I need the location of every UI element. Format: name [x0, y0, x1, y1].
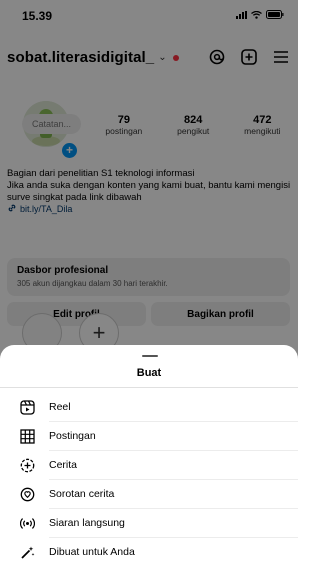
menu-item-highlight[interactable]: Sorotan cerita — [0, 480, 298, 509]
create-bottom-sheet: Buat Reel Postingan Cerita Sorotan cerit… — [0, 345, 298, 583]
story-plus-icon — [19, 457, 36, 474]
magic-wand-icon — [19, 544, 36, 561]
menu-item-made-for-you[interactable]: Dibuat untuk Anda — [0, 538, 298, 567]
menu-label: Siaran langsung — [49, 517, 125, 529]
menu-item-live[interactable]: Siaran langsung — [0, 509, 298, 538]
sheet-title: Buat — [136, 367, 162, 379]
menu-label: Postingan — [49, 430, 96, 442]
menu-item-reel[interactable]: Reel — [0, 393, 298, 422]
reel-icon — [19, 399, 36, 416]
menu-label: Cerita — [49, 459, 78, 471]
live-icon — [19, 515, 36, 532]
grid-icon — [19, 428, 36, 445]
highlight-icon — [19, 486, 36, 503]
menu-item-post[interactable]: Postingan — [0, 422, 298, 451]
menu-label: Reel — [49, 401, 71, 413]
menu-label: Sorotan cerita — [49, 488, 115, 500]
divider — [0, 387, 298, 388]
menu-item-story[interactable]: Cerita — [0, 451, 298, 480]
menu-label: Dibuat untuk Anda — [49, 546, 135, 558]
create-menu: Reel Postingan Cerita Sorotan cerita Sia… — [0, 393, 298, 567]
sheet-grabber[interactable] — [142, 355, 158, 357]
